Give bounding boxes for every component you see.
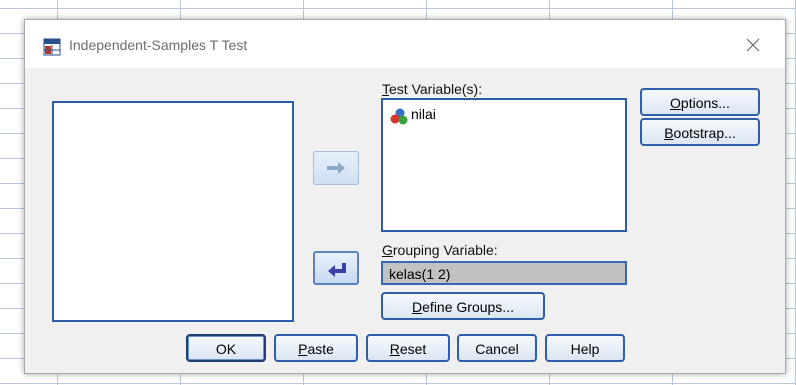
spss-dialog-icon <box>43 38 61 56</box>
options-button[interactable]: Options... <box>640 88 760 116</box>
close-icon[interactable] <box>741 33 765 57</box>
test-variables-label: Test Variable(s): <box>382 81 483 97</box>
bootstrap-button[interactable]: Bootstrap... <box>640 118 760 146</box>
paste-button[interactable]: Paste <box>274 334 358 362</box>
reset-button[interactable]: Reset <box>366 334 450 362</box>
variable-label: nilai <box>411 106 436 122</box>
grouping-variable-label: Grouping Variable: <box>382 242 498 258</box>
define-groups-button[interactable]: Define Groups... <box>381 292 545 320</box>
ok-button[interactable]: OK <box>186 334 266 362</box>
move-to-grouping-button[interactable] <box>313 251 359 285</box>
title-bar: Independent-Samples T Test <box>25 20 785 68</box>
move-to-test-button[interactable] <box>313 151 359 185</box>
test-variables-list[interactable]: nilai <box>381 98 627 232</box>
help-button[interactable]: Help <box>545 334 625 362</box>
t-test-dialog: Independent-Samples T Test Test Variable… <box>24 19 786 374</box>
scale-variable-icon <box>390 108 408 125</box>
arrow-left-icon <box>328 263 346 277</box>
cancel-button[interactable]: Cancel <box>457 334 537 362</box>
arrow-right-icon <box>327 162 345 174</box>
grouping-variable-field[interactable]: kelas(1 2) <box>381 261 627 285</box>
dialog-title: Independent-Samples T Test <box>69 37 248 53</box>
source-variable-list[interactable] <box>52 101 294 322</box>
